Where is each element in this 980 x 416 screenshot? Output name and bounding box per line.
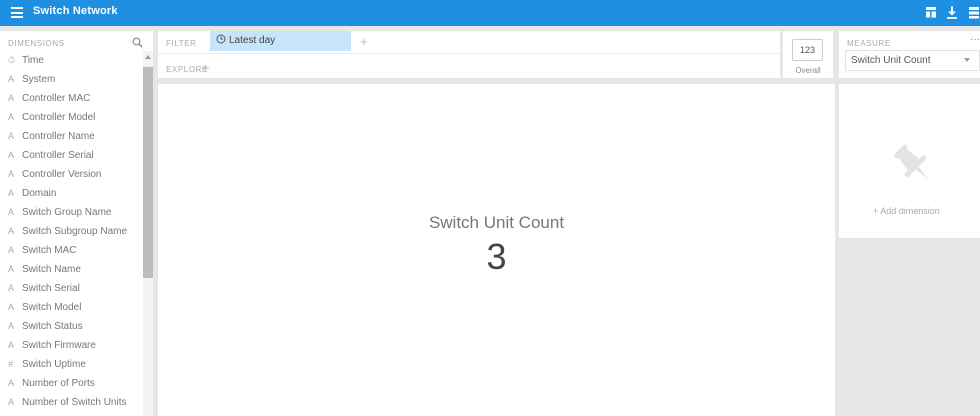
string-type-icon: A <box>8 245 15 255</box>
visualization-label: Overall <box>795 66 821 75</box>
string-type-icon: A <box>8 131 15 141</box>
dimension-item-system[interactable]: A System <box>0 70 143 89</box>
pinboard-panel: + Add dimension <box>839 84 980 238</box>
number-type-icon: # <box>8 359 14 369</box>
measure-select[interactable]: Switch Unit Count <box>845 50 980 71</box>
string-type-icon: A <box>8 112 15 122</box>
dimension-item-number-of-switch-units[interactable]: A Number of Switch Units <box>0 393 143 412</box>
top-bar: Switch Network <box>0 0 980 26</box>
filter-chip-latest-day[interactable]: Latest day <box>210 31 351 51</box>
hamburger-menu-icon[interactable] <box>11 7 23 18</box>
dimension-label: Number of Ports <box>22 378 95 389</box>
dimension-label: Controller Version <box>22 169 102 180</box>
dimension-item-domain[interactable]: A Domain <box>0 184 143 203</box>
dimension-label: Switch Serial <box>22 283 80 294</box>
dimension-label: Controller MAC <box>22 93 91 104</box>
scrollbar-thumb[interactable] <box>143 67 153 278</box>
dimension-label: Domain <box>22 188 57 199</box>
string-type-icon: A <box>8 207 15 217</box>
more-options-icon[interactable]: ··· <box>970 34 980 45</box>
dimension-item-switch-mac[interactable]: A Switch MAC <box>0 241 143 260</box>
string-type-icon: A <box>8 378 15 388</box>
dimension-item-switch-uptime[interactable]: # Switch Uptime <box>0 355 143 374</box>
divider <box>158 53 780 54</box>
dimension-label: Switch Uptime <box>22 359 86 370</box>
measure-panel: MEASURE ··· Switch Unit Count <box>839 31 980 78</box>
dimension-item-switch-subgroup-name[interactable]: A Switch Subgroup Name <box>0 222 143 241</box>
dimension-label: Controller Name <box>22 131 95 142</box>
dimension-item-controller-mac[interactable]: A Controller MAC <box>0 89 143 108</box>
app-title: Switch Network <box>33 5 118 17</box>
dimension-label: Switch MAC <box>22 245 77 256</box>
dimension-item-controller-version[interactable]: A Controller Version <box>0 165 143 184</box>
download-icon[interactable] <box>946 6 958 19</box>
main-visualization: Switch Unit Count 3 <box>158 84 835 416</box>
dimension-item-switch-group-name[interactable]: A Switch Group Name <box>0 203 143 222</box>
add-filter-button[interactable]: + <box>360 34 368 49</box>
string-type-icon: A <box>8 302 15 312</box>
dimension-label: Switch Group Name <box>22 207 112 218</box>
visualization-selector[interactable]: 123 Overall <box>783 31 833 78</box>
dimension-item-switch-name[interactable]: A Switch Name <box>0 260 143 279</box>
dimension-item-switch-firmware[interactable]: A Switch Firmware <box>0 336 143 355</box>
filter-chip-label: Latest day <box>229 35 276 46</box>
totals-visualization-icon: 123 <box>792 39 823 61</box>
clock-icon: ⏱ <box>8 55 16 65</box>
measure-value: 3 <box>486 236 507 277</box>
filter-label: FILTER <box>166 39 197 48</box>
dimensions-list: ⏱ Time A System A Controller MAC A Controlle… <box>0 51 143 412</box>
dimension-label: System <box>22 74 56 85</box>
dimension-item-controller-serial[interactable]: A Controller Serial <box>0 146 143 165</box>
dimensions-panel: DIMENSIONS ⏱ Time A System A Controller MAC… <box>0 31 153 416</box>
search-icon[interactable] <box>132 37 143 48</box>
dimension-item-number-of-ports[interactable]: A Number of Ports <box>0 374 143 393</box>
string-type-icon: A <box>8 283 15 293</box>
dimension-label: Switch Model <box>22 302 82 313</box>
dimension-item-time[interactable]: ⏱ Time <box>0 51 143 70</box>
settings-icon[interactable] <box>968 6 980 19</box>
string-type-icon: A <box>8 93 15 103</box>
string-type-icon: A <box>8 150 15 160</box>
dimension-label: Switch Status <box>22 321 83 332</box>
dimension-label: Number of Switch Units <box>22 397 127 408</box>
string-type-icon: A <box>8 226 15 236</box>
dimension-label: Switch Firmware <box>22 340 96 351</box>
measure-header: MEASURE <box>847 39 891 48</box>
string-type-icon: A <box>8 169 15 179</box>
dimension-item-switch-status[interactable]: A Switch Status <box>0 317 143 336</box>
dimension-item-switch-serial[interactable]: A Switch Serial <box>0 279 143 298</box>
dimension-item-controller-name[interactable]: A Controller Name <box>0 127 143 146</box>
dimension-item-controller-model[interactable]: A Controller Model <box>0 108 143 127</box>
pin-icon <box>893 144 929 180</box>
filter-explore-bar: FILTER Latest day + EXPLORE + <box>158 31 780 78</box>
dimension-item-switch-model[interactable]: A Switch Model <box>0 298 143 317</box>
dashboard-icon[interactable] <box>925 6 937 19</box>
clock-icon <box>216 34 226 44</box>
dimensions-header: DIMENSIONS <box>8 39 65 48</box>
dimension-label: Switch Name <box>22 264 81 275</box>
string-type-icon: A <box>8 397 15 407</box>
string-type-icon: A <box>8 340 15 350</box>
dimension-label: Time <box>22 55 44 66</box>
scroll-up-arrow-icon[interactable] <box>145 55 151 59</box>
dimensions-scrollbar[interactable] <box>143 51 153 416</box>
dimension-label: Controller Model <box>22 112 96 123</box>
add-dimension-button[interactable]: + Add dimension <box>873 206 940 216</box>
string-type-icon: A <box>8 74 15 84</box>
measure-title: Switch Unit Count <box>428 213 565 232</box>
string-type-icon: A <box>8 188 15 198</box>
chevron-down-icon[interactable] <box>964 58 970 62</box>
string-type-icon: A <box>8 321 15 331</box>
dimension-label: Switch Subgroup Name <box>22 226 128 237</box>
dimension-label: Controller Serial <box>22 150 94 161</box>
add-explore-button[interactable]: + <box>202 60 210 75</box>
string-type-icon: A <box>8 264 15 274</box>
